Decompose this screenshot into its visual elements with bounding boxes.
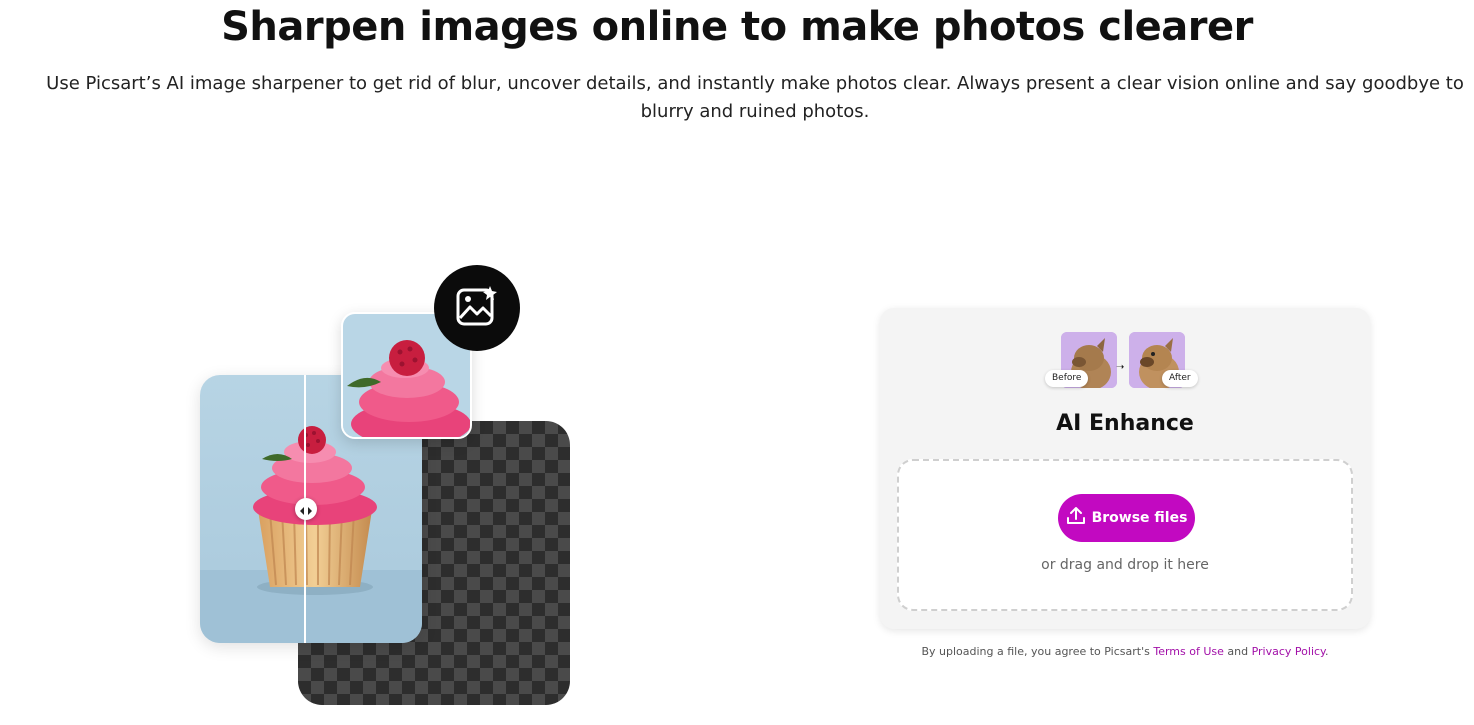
- page-title: Sharpen images online to make photos cle…: [221, 4, 1253, 50]
- legal-and: and: [1227, 645, 1249, 658]
- terms-of-use-link[interactable]: Terms of Use: [1153, 645, 1224, 658]
- drag-drop-hint: or drag and drop it here: [1041, 557, 1209, 573]
- image-sparkle-badge: [434, 265, 520, 351]
- card-title: AI Enhance: [1056, 411, 1194, 436]
- compare-arrows-icon: [300, 500, 312, 519]
- legal-suffix: .: [1325, 645, 1329, 658]
- page: Sharpen images online to make photos cle…: [0, 0, 1474, 725]
- before-after-preview: ➝ Before After: [1040, 332, 1210, 392]
- before-label: Before: [1045, 370, 1089, 387]
- upload-icon: [1066, 506, 1086, 530]
- arrow-right-icon: ➝: [1116, 362, 1125, 373]
- file-dropzone[interactable]: Browse files or drag and drop it here: [897, 459, 1353, 611]
- privacy-policy-link[interactable]: Privacy Policy: [1252, 645, 1325, 658]
- legal-notice: By uploading a file, you agree to Picsar…: [880, 645, 1370, 658]
- browse-files-label: Browse files: [1091, 510, 1188, 526]
- page-subtitle: Use Picsart’s AI image sharpener to get …: [46, 73, 1464, 122]
- after-label: After: [1162, 370, 1198, 387]
- compare-slider-handle[interactable]: [295, 498, 317, 520]
- image-sparkle-icon: [455, 284, 499, 332]
- ai-enhance-upload-card: ➝ Before After AI Enhance Browse files o…: [880, 308, 1370, 629]
- browse-files-button[interactable]: Browse files: [1058, 494, 1195, 542]
- legal-prefix: By uploading a file, you agree to Picsar…: [921, 645, 1150, 658]
